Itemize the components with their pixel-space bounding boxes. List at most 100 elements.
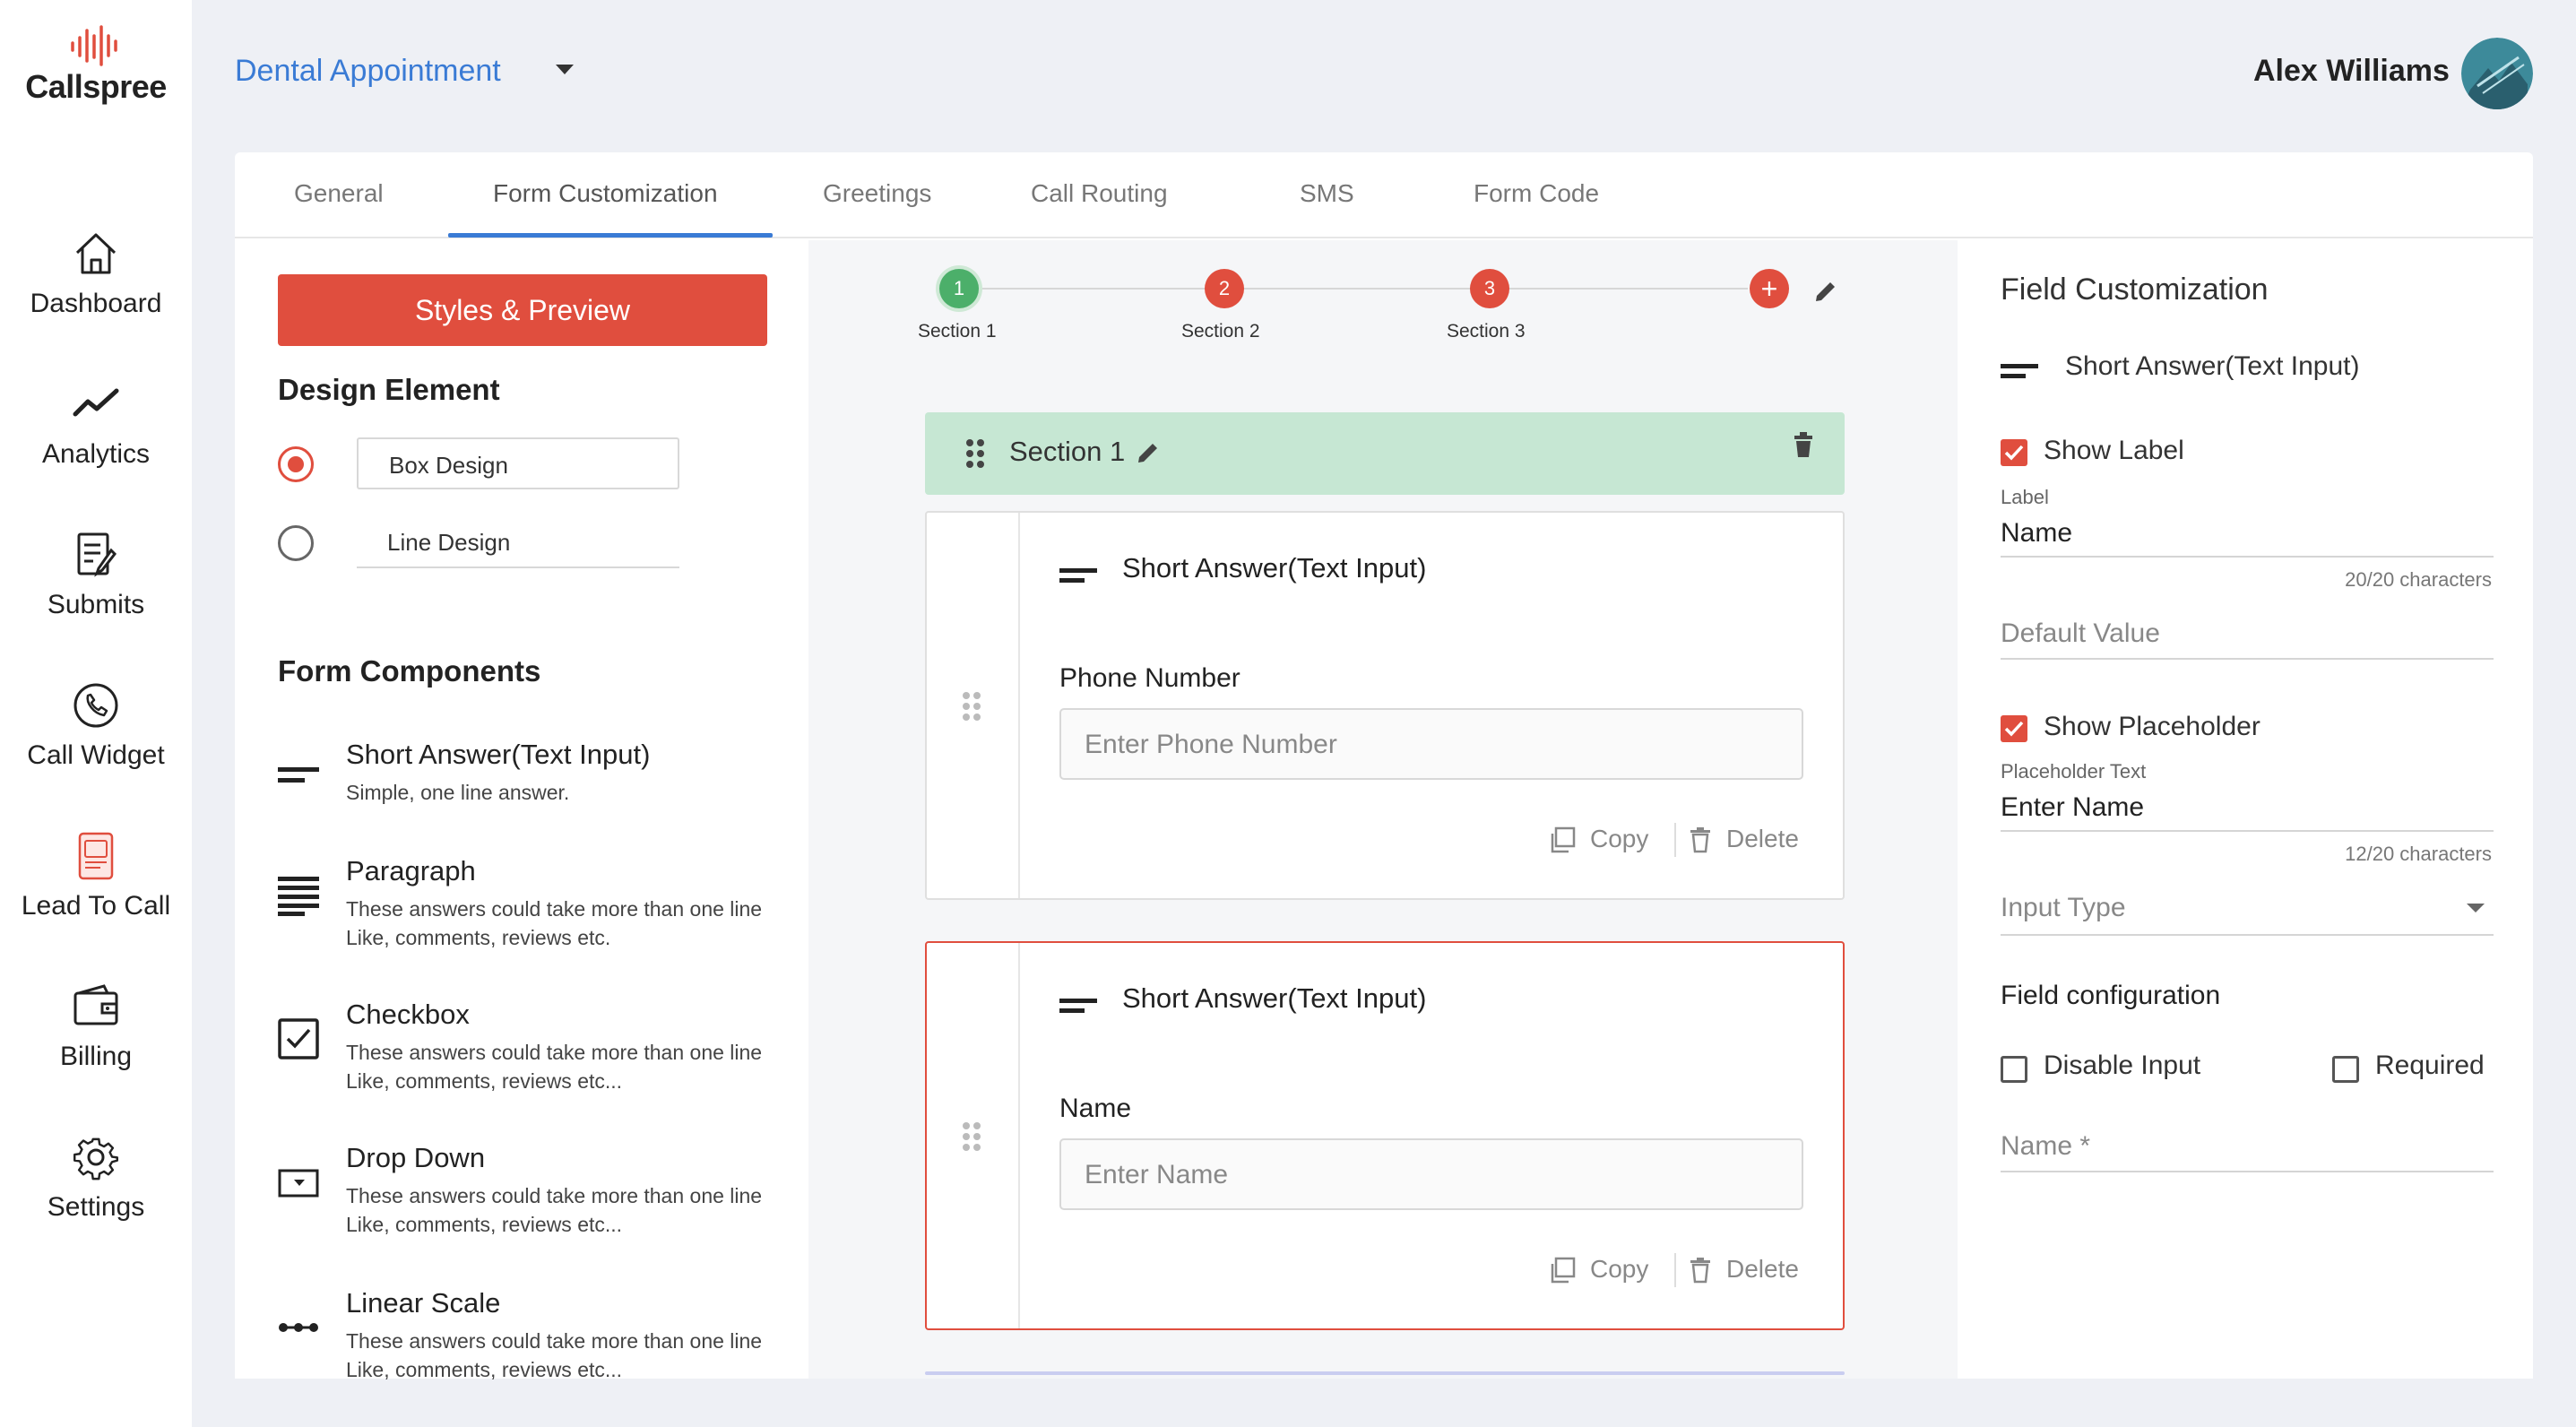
component-title: Short Answer(Text Input): [346, 739, 651, 770]
label-input[interactable]: Name: [2001, 518, 2072, 549]
tab-greetings[interactable]: Greetings: [823, 179, 931, 208]
show-placeholder-text: Show Placeholder: [2044, 712, 2260, 741]
copy-button[interactable]: Copy: [1549, 825, 1648, 853]
divider: [1674, 823, 1676, 857]
grip-column: [927, 513, 1020, 898]
name-attribute-input[interactable]: Name *: [2001, 1131, 2090, 1162]
sidebar-item-label: Submits: [47, 590, 145, 619]
short-text-icon: [278, 767, 319, 783]
sidebar-item-label: Settings: [47, 1192, 145, 1222]
component-drop-down[interactable]: Drop Down These answers could take more …: [278, 1142, 780, 1236]
step-2[interactable]: 2: [1205, 269, 1244, 308]
sidebar-item-billing[interactable]: Billing: [0, 979, 192, 1072]
edit-section-icon[interactable]: [1135, 439, 1162, 466]
component-title: Linear Scale: [346, 1287, 501, 1319]
logo[interactable]: Callspree: [0, 25, 192, 106]
label-char-count: 20/20 characters: [2345, 568, 2492, 591]
drag-handle-icon[interactable]: [961, 690, 982, 722]
delete-button[interactable]: Delete: [1689, 1255, 1799, 1284]
drag-handle-icon[interactable]: [964, 437, 986, 470]
tab-bar: General Form Customization Greetings Cal…: [235, 152, 2533, 238]
sidebar-item-call-widget[interactable]: Call Widget: [0, 678, 192, 771]
box-design-radio[interactable]: [278, 446, 314, 482]
disable-input-checkbox[interactable]: [2001, 1056, 2027, 1083]
form-field-card[interactable]: Short Answer(Text Input) Phone Number En…: [925, 511, 1845, 900]
field-configuration-heading: Field configuration: [2001, 981, 2221, 1010]
disable-input-text: Disable Input: [2044, 1051, 2201, 1080]
step-1[interactable]: 1: [939, 269, 979, 308]
component-paragraph[interactable]: Paragraph These answers could take more …: [278, 855, 780, 949]
name-attribute-underline: [2001, 1171, 2494, 1172]
tab-form-code[interactable]: Form Code: [1474, 179, 1599, 208]
styles-preview-button[interactable]: Styles & Preview: [278, 274, 767, 346]
sidebar-item-analytics[interactable]: Analytics: [0, 376, 192, 470]
trash-icon: [1690, 827, 1710, 853]
copy-label: Copy: [1590, 1255, 1649, 1283]
sidebar-item-settings[interactable]: Settings: [0, 1129, 192, 1223]
home-icon: [75, 233, 117, 274]
required-checkbox[interactable]: [2332, 1056, 2359, 1083]
show-placeholder-checkbox[interactable]: [2001, 715, 2027, 742]
sidebar-item-label: Lead To Call: [21, 891, 171, 921]
input-type-select[interactable]: Input Type: [2001, 889, 2494, 930]
phone-icon: [73, 683, 118, 728]
copy-label: Copy: [1590, 825, 1649, 852]
form-components-heading: Form Components: [278, 654, 541, 688]
line-design-option[interactable]: Line Design: [357, 516, 679, 568]
name-input[interactable]: Enter Name: [1059, 1138, 1803, 1210]
paragraph-icon: [278, 877, 319, 916]
design-element-heading: Design Element: [278, 373, 500, 406]
show-label-checkbox[interactable]: [2001, 439, 2027, 466]
copy-icon: [1551, 1257, 1576, 1284]
edit-sections-icon[interactable]: [1812, 278, 1839, 305]
field-type-label: Short Answer(Text Input): [2065, 351, 2360, 381]
sidebar-item-submits[interactable]: Submits: [0, 527, 192, 620]
sidebar-item-label: Billing: [59, 1042, 133, 1071]
tab-general[interactable]: General: [294, 179, 384, 208]
copy-button[interactable]: Copy: [1549, 1255, 1648, 1284]
line-design-radio[interactable]: [278, 525, 314, 561]
step-3[interactable]: 3: [1470, 269, 1509, 308]
add-section-button[interactable]: +: [1750, 269, 1789, 308]
step-3-label: Section 3: [1447, 321, 1526, 342]
field-label: Phone Number: [1059, 663, 1240, 693]
component-desc: These answers could take more than one l…: [346, 1184, 763, 1236]
sound-wave-logo-icon: [71, 25, 117, 66]
label-caption: Label: [2001, 486, 2049, 508]
delete-button[interactable]: Delete: [1689, 825, 1799, 853]
default-value-input[interactable]: Default Value: [2001, 618, 2160, 649]
sidebar-item-label: Call Widget: [27, 740, 165, 770]
phone-number-input[interactable]: Enter Phone Number: [1059, 708, 1803, 780]
tab-sms[interactable]: SMS: [1300, 179, 1354, 208]
tab-form-customization[interactable]: Form Customization: [493, 179, 718, 208]
component-linear-scale[interactable]: Linear Scale These answers could take mo…: [278, 1287, 780, 1381]
form-builder-canvas: 1 Section 1 2 Section 2 3 Section 3 + Se…: [808, 240, 1958, 1379]
sidebar: Callspree Dashboard Analytics Submits Ca…: [0, 0, 192, 1427]
analytics-icon: [73, 388, 119, 417]
field-label: Name: [1059, 1094, 1132, 1123]
placeholder-text-input[interactable]: Enter Name: [2001, 792, 2144, 823]
component-checkbox[interactable]: Checkbox These answers could take more t…: [278, 999, 780, 1093]
sidebar-item-lead-to-call[interactable]: Lead To Call: [0, 828, 192, 921]
copy-icon: [1551, 826, 1576, 853]
form-title-dropdown[interactable]: Dental Appointment: [235, 54, 501, 89]
component-desc: These answers could take more than one l…: [346, 1329, 763, 1381]
section-header: Section 1: [925, 412, 1845, 495]
sidebar-item-label: Analytics: [41, 439, 151, 469]
box-design-option[interactable]: Box Design: [357, 437, 679, 489]
drag-handle-icon[interactable]: [961, 1120, 982, 1153]
next-card-edge: [925, 1371, 1845, 1375]
chevron-down-icon: [2467, 904, 2485, 912]
placeholder-char-count: 12/20 characters: [2345, 843, 2492, 865]
trash-icon[interactable]: [1793, 432, 1814, 459]
sidebar-item-dashboard[interactable]: Dashboard: [0, 226, 192, 319]
tab-call-routing[interactable]: Call Routing: [1031, 179, 1168, 208]
short-text-icon: [1059, 999, 1097, 1013]
field-customization-title: Field Customization: [2001, 272, 2269, 307]
chevron-down-icon[interactable]: [556, 65, 574, 74]
component-short-answer[interactable]: Short Answer(Text Input) Simple, one lin…: [278, 739, 780, 804]
avatar[interactable]: [2461, 38, 2533, 109]
form-field-card-selected[interactable]: Short Answer(Text Input) Name Enter Name…: [925, 941, 1845, 1330]
components-panel: Styles & Preview Design Element Box Desi…: [235, 240, 808, 1381]
submits-icon: [77, 532, 117, 577]
